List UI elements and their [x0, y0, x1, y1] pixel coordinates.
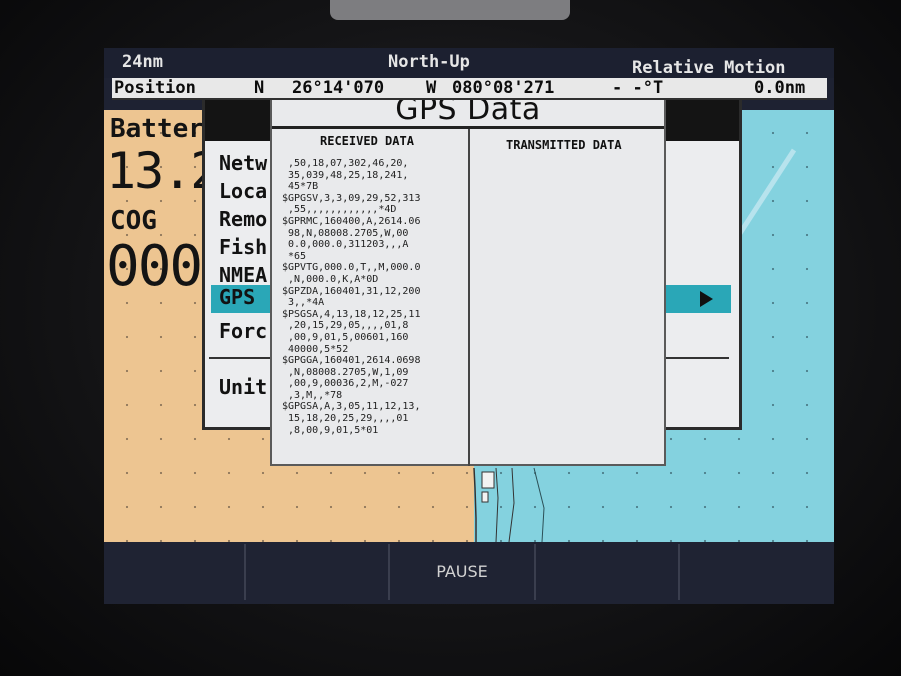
received-data-header: RECEIVED DATA [320, 134, 414, 148]
latitude-value: 26°14'070 [292, 78, 385, 98]
nmea-line: 98,N,08008.2705,W,00 [282, 227, 409, 239]
nmea-line: $GPZDA,160401,31,12,200 [282, 285, 421, 297]
latitude-hemisphere: N [254, 78, 265, 98]
softkey-pause[interactable]: PAUSE [390, 544, 536, 600]
nmea-line: ,00,9,00036,2,M,-027 [282, 378, 409, 390]
menu-item-fish[interactable]: Fish [219, 235, 267, 259]
cog-label: COG [110, 206, 157, 236]
nmea-line: 3,,*4A [282, 297, 325, 309]
nmea-line: ,20,15,29,05,,,,01,8 [282, 320, 409, 332]
nmea-line: $GPVTG,000.0,T,,M,000.0 [282, 262, 421, 274]
nmea-line: $GPGSV,3,3,09,29,52,313 [282, 192, 421, 204]
cog-value: 000 [106, 234, 203, 299]
menu-item-network[interactable]: Netw [219, 151, 267, 175]
menu-item-nmea[interactable]: NMEA [219, 263, 267, 287]
menu-item-remote[interactable]: Remo [219, 207, 267, 231]
softkey-4[interactable] [536, 544, 680, 600]
nmea-line: ,00,9,01,5,00601,160 [282, 331, 409, 343]
menu-item-location[interactable]: Loca [219, 179, 267, 203]
menu-item-units[interactable]: Unit [219, 375, 267, 399]
nmea-line: ,8,00,9,01,5*01 [282, 424, 379, 436]
range-indicator[interactable]: 24nm [122, 52, 163, 72]
softkey-1[interactable] [104, 544, 246, 600]
nmea-line: 45*7B [282, 181, 319, 193]
motion-mode: Relative Motion [632, 58, 786, 78]
position-bar: Position N 26°14'070 W 080°08'271 - -°T … [112, 78, 827, 100]
nmea-line: ,N,08008.2705,W,1,09 [282, 366, 409, 378]
longitude-value: 080°08'271 [452, 78, 555, 98]
nmea-line: ,N,000.0,K,A*0D [282, 273, 379, 285]
nmea-line: 0.0,000.0,311203,,,A [282, 239, 409, 251]
nmea-line: $PSGSA,4,13,18,12,25,11 [282, 308, 421, 320]
nmea-line: 40000,5*52 [282, 343, 349, 355]
nmea-line: 15,18,20,25,29,,,,01 [282, 413, 409, 425]
transmitted-data-header: TRANSMITTED DATA [506, 138, 622, 152]
softkey-5[interactable] [680, 544, 834, 600]
chartplotter-screen: Batter 13.2 COG 000 Netw Loca Remo Fish … [104, 48, 834, 604]
nmea-line: ,50,18,07,302,46,20, [282, 158, 409, 169]
nmea-line: ,55,,,,,,,,,,,,*4D [282, 204, 397, 216]
distance-value: 0.0nm [754, 78, 806, 98]
nmea-line: $GPGSA,A,3,05,11,12,13, [282, 401, 421, 413]
nmea-line: 35,039,48,25,18,241, [282, 169, 409, 181]
softkey-bar: PAUSE [104, 542, 834, 604]
gps-data-window: GPS Data RECEIVED DATA TRANSMITTED DATA … [270, 90, 666, 466]
nmea-line: ,3,M,,*78 [282, 389, 343, 401]
menu-item-gps-label: GPS [219, 285, 256, 309]
column-divider [468, 129, 470, 466]
chevron-right-icon [700, 291, 713, 307]
bezel-top-tab [330, 0, 570, 20]
received-nmea-list[interactable]: ,50,18,07,302,46,20, 35,039,48,25,18,241… [282, 158, 458, 436]
nmea-line: $GPGGA,160401,2614.0698 [282, 355, 421, 367]
orientation-mode: North-Up [388, 52, 470, 72]
heading-value: - -°T [612, 78, 664, 98]
softkey-2[interactable] [246, 544, 390, 600]
position-label: Position [114, 78, 196, 98]
nmea-line: $GPRMC,160400,A,2614.06 [282, 215, 421, 227]
battery-label: Batter [110, 114, 204, 144]
nmea-line: *65 [282, 250, 307, 262]
status-header: 24nm North-Up Relative Motion [104, 48, 834, 78]
longitude-hemisphere: W [426, 78, 437, 98]
menu-item-force[interactable]: Forc [219, 319, 267, 343]
